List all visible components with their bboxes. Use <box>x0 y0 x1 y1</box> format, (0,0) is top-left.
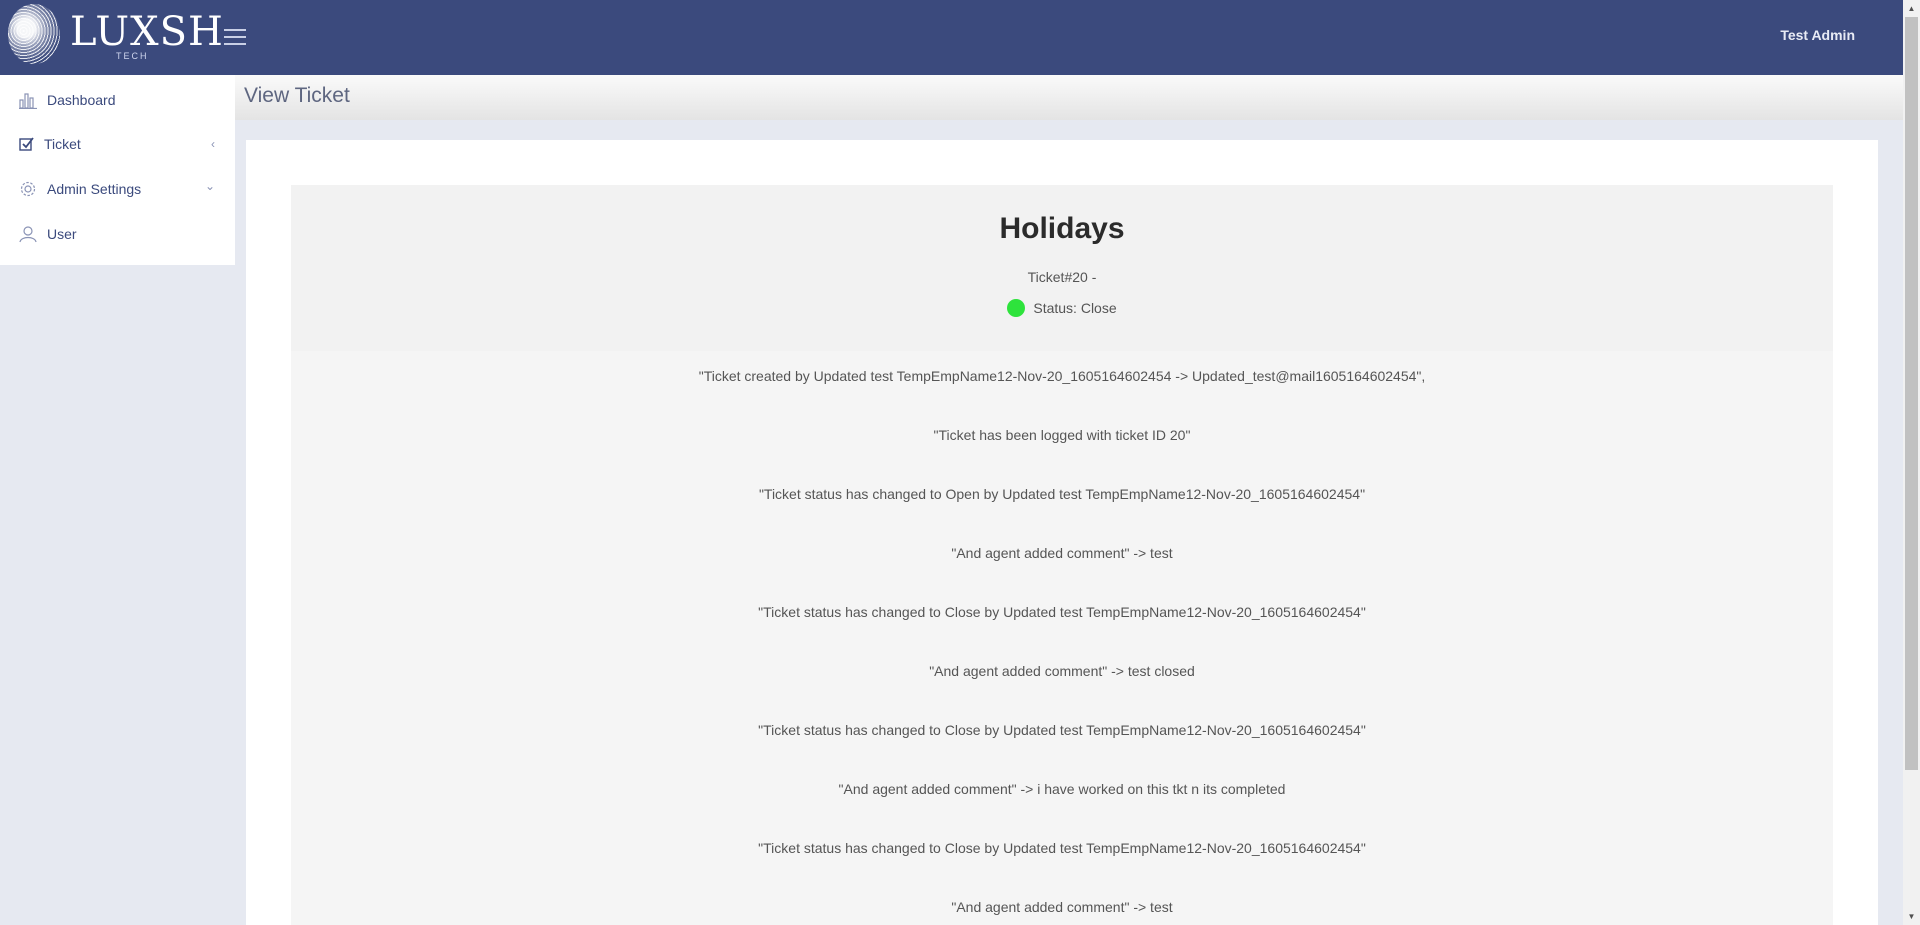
sidebar: Dashboard Ticket ‹ Admin Settings ⌄ User <box>0 75 235 265</box>
brand-name: LUXSH <box>70 9 224 55</box>
sidebar-item-admin-settings[interactable]: Admin Settings ⌄ <box>0 169 235 209</box>
sidebar-item-label: Dashboard <box>47 92 116 108</box>
top-navbar: LUXSH TECH Test Admin <box>0 0 1903 75</box>
checkbox-icon <box>16 134 38 154</box>
ticket-card: Holidays Ticket#20 - Status: Close "Tick… <box>246 140 1878 925</box>
page-scrollbar[interactable]: ▲ ▼ <box>1903 0 1920 925</box>
log-entry: "Ticket status has changed to Close by U… <box>758 722 1366 738</box>
gear-icon <box>17 179 39 199</box>
ticket-title: Holidays <box>999 212 1125 245</box>
user-menu[interactable]: Test Admin <box>1780 27 1855 43</box>
sidebar-item-label: User <box>47 226 77 242</box>
scroll-down-icon[interactable]: ▼ <box>1903 908 1920 925</box>
sidebar-item-ticket[interactable]: Ticket ‹ <box>0 124 235 164</box>
log-entry: "Ticket has been logged with ticket ID 2… <box>933 427 1191 443</box>
sidebar-item-dashboard[interactable]: Dashboard <box>0 80 235 120</box>
chevron-left-icon: ‹ <box>211 137 215 151</box>
log-entry: "Ticket created by Updated test TempEmpN… <box>698 368 1426 384</box>
log-entry: "And agent added comment" -> test closed <box>929 663 1195 679</box>
scroll-up-icon[interactable]: ▲ <box>1903 0 1920 17</box>
log-entry: "Ticket status has changed to Close by U… <box>758 840 1366 856</box>
user-icon <box>17 224 39 244</box>
log-entry: "Ticket status has changed to Close by U… <box>758 604 1366 620</box>
status-text: Status: Close <box>1033 300 1117 316</box>
brand-sub: TECH <box>116 51 149 61</box>
ticket-log: "Ticket created by Updated test TempEmpN… <box>291 351 1833 925</box>
log-entry: "Ticket status has changed to Open by Up… <box>758 486 1366 502</box>
log-entry: "And agent added comment" -> test <box>951 899 1173 915</box>
log-entry: "And agent added comment" -> test <box>951 545 1173 561</box>
status-dot-icon <box>1007 299 1026 317</box>
sidebar-item-label: Ticket <box>44 136 81 152</box>
chevron-down-icon: ⌄ <box>204 179 215 193</box>
brand-logo[interactable]: LUXSH TECH <box>8 3 223 65</box>
page-title: View Ticket <box>244 84 350 107</box>
sidebar-item-label: Admin Settings <box>47 181 142 197</box>
log-entry: "And agent added comment" -> i have work… <box>838 781 1286 797</box>
bar-chart-icon <box>17 90 39 110</box>
ticket-number: Ticket#20 - <box>1027 269 1097 285</box>
status-badge: Status: Close <box>291 299 1833 317</box>
page-header: View Ticket <box>235 75 1903 120</box>
sidebar-item-user[interactable]: User <box>0 214 235 254</box>
ticket-header: Holidays Ticket#20 - Status: Close <box>291 185 1833 351</box>
scroll-thumb[interactable] <box>1905 17 1918 770</box>
logo-globe-icon <box>8 4 60 64</box>
menu-toggle-icon[interactable] <box>224 29 246 45</box>
